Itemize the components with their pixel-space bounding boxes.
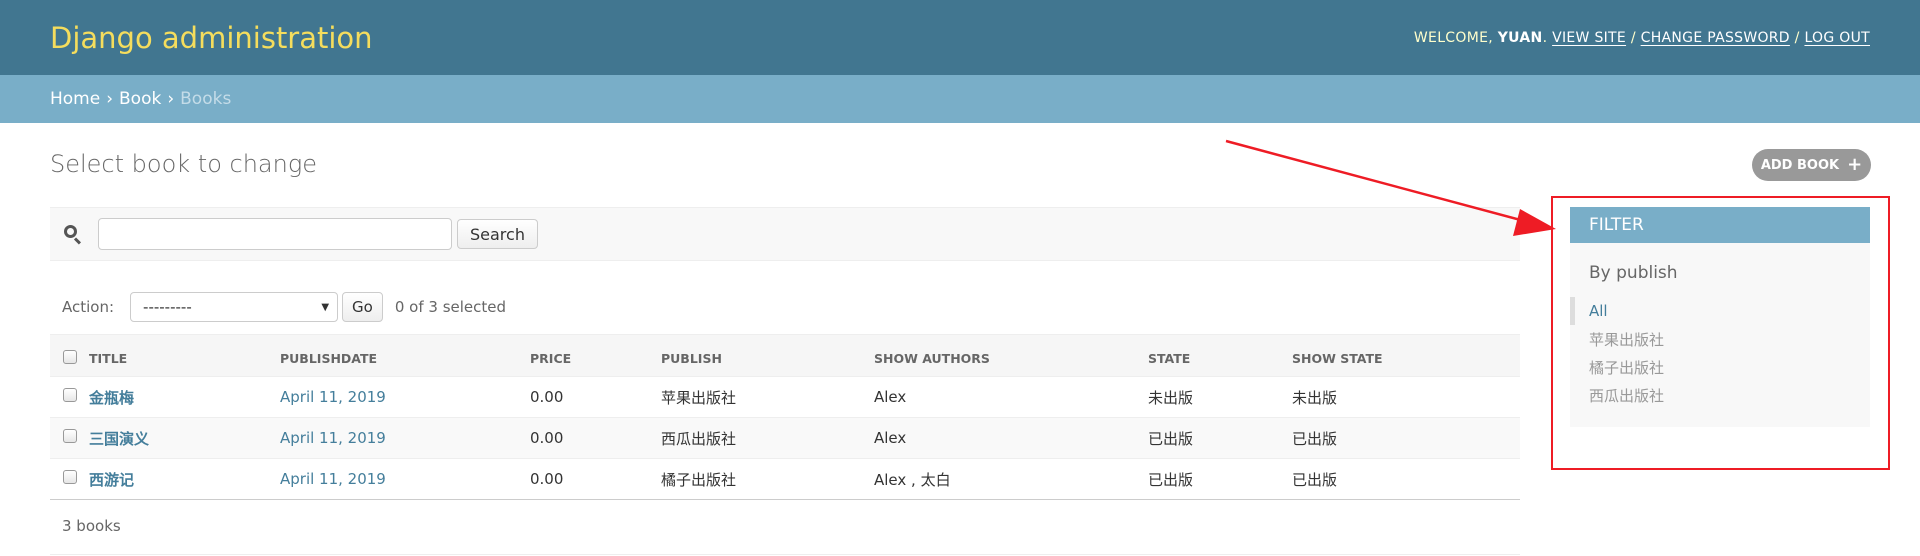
result-count: 3 books: [50, 500, 1520, 555]
change-password-link[interactable]: CHANGE PASSWORD: [1641, 30, 1790, 46]
column-header-state[interactable]: STATE: [1148, 334, 1292, 377]
authors-cell: Alex , 太白: [874, 458, 1148, 500]
book-title-link[interactable]: 金瓶梅: [89, 389, 134, 407]
publish-date: April 11, 2019: [280, 429, 386, 447]
row-checkbox[interactable]: [63, 388, 77, 402]
state-cell: 未出版: [1148, 376, 1292, 418]
selection-counter: 0 of 3 selected: [394, 298, 507, 316]
table-header-row: TITLE PUBLISHDATE PRICE PUBLISH SHOW AUT…: [50, 334, 1520, 377]
breadcrumb: Home › Book › Books: [0, 75, 1920, 123]
filter-panel: FILTER By publish All 苹果出版社 橘子出版社 西瓜出版社: [1570, 207, 1870, 427]
search-input[interactable]: [98, 218, 452, 250]
filter-option-all[interactable]: All: [1570, 297, 1870, 325]
column-header-publish[interactable]: PUBLISH: [661, 334, 874, 377]
show-state-cell: 已出版: [1292, 417, 1520, 459]
filter-option[interactable]: 橘子出版社: [1570, 353, 1870, 381]
price-cell: 0.00: [530, 458, 661, 500]
table-row: 金瓶梅 April 11, 2019 0.00 苹果出版社 Alex 未出版 未…: [50, 376, 1520, 418]
column-header-publishdate[interactable]: PUBLISHDATE: [280, 334, 530, 377]
select-all-checkbox[interactable]: [63, 350, 77, 364]
column-header-show-state: SHOW STATE: [1292, 334, 1520, 377]
publish-cell: 苹果出版社: [661, 376, 874, 418]
filter-option[interactable]: 西瓜出版社: [1570, 381, 1870, 409]
table-row: 西游记 April 11, 2019 0.00 橘子出版社 Alex , 太白 …: [50, 458, 1520, 500]
row-checkbox[interactable]: [63, 429, 77, 443]
plus-icon: +: [1847, 154, 1863, 175]
publish-date: April 11, 2019: [280, 388, 386, 406]
site-header: Django administration WELCOME, YUAN. VIE…: [0, 0, 1920, 75]
go-button[interactable]: Go: [342, 292, 383, 322]
column-header-title[interactable]: TITLE: [89, 334, 280, 377]
authors-cell: Alex: [874, 376, 1148, 418]
column-header-price[interactable]: PRICE: [530, 334, 661, 377]
add-book-button[interactable]: ADD BOOK +: [1752, 149, 1871, 181]
table-row: 三国演义 April 11, 2019 0.00 西瓜出版社 Alex 已出版 …: [50, 417, 1520, 459]
username: YUAN: [1497, 29, 1543, 46]
breadcrumb-current: Books: [180, 89, 232, 109]
publish-cell: 橘子出版社: [661, 458, 874, 500]
log-out-link[interactable]: LOG OUT: [1804, 30, 1870, 46]
chevron-down-icon: ▼: [321, 301, 330, 313]
view-site-link[interactable]: VIEW SITE: [1552, 30, 1626, 46]
row-checkbox[interactable]: [63, 470, 77, 484]
user-tools: WELCOME, YUAN. VIEW SITE / CHANGE PASSWO…: [1413, 29, 1870, 46]
actions-bar: Action: --------- ▼ Go 0 of 3 selected: [50, 290, 506, 324]
filter-option[interactable]: 苹果出版社: [1570, 325, 1870, 353]
state-cell: 已出版: [1148, 417, 1292, 459]
welcome-text: WELCOME,: [1413, 29, 1493, 46]
book-title-link[interactable]: 西游记: [89, 471, 134, 489]
search-toolbar: Search: [50, 207, 1520, 261]
results-table: TITLE PUBLISHDATE PRICE PUBLISH SHOW AUT…: [50, 334, 1520, 500]
filter-by-label: By publish: [1589, 263, 1678, 283]
show-state-cell: 未出版: [1292, 376, 1520, 418]
state-cell: 已出版: [1148, 458, 1292, 500]
breadcrumb-app[interactable]: Book: [119, 89, 161, 109]
breadcrumb-home[interactable]: Home: [50, 89, 100, 109]
page-title: Select book to change: [50, 150, 318, 178]
authors-cell: Alex: [874, 417, 1148, 459]
search-icon: [62, 223, 84, 245]
action-select[interactable]: --------- ▼: [130, 292, 339, 322]
filter-title: FILTER: [1570, 207, 1870, 243]
book-title-link[interactable]: 三国演义: [89, 430, 149, 448]
column-header-show-authors: SHOW AUTHORS: [874, 334, 1148, 377]
search-button[interactable]: Search: [457, 219, 538, 249]
publish-cell: 西瓜出版社: [661, 417, 874, 459]
filter-options: All 苹果出版社 橘子出版社 西瓜出版社: [1570, 297, 1870, 409]
site-brand[interactable]: Django administration: [50, 21, 373, 55]
show-state-cell: 已出版: [1292, 458, 1520, 500]
action-label: Action:: [62, 298, 115, 316]
price-cell: 0.00: [530, 417, 661, 459]
publish-date: April 11, 2019: [280, 470, 386, 488]
price-cell: 0.00: [530, 376, 661, 418]
